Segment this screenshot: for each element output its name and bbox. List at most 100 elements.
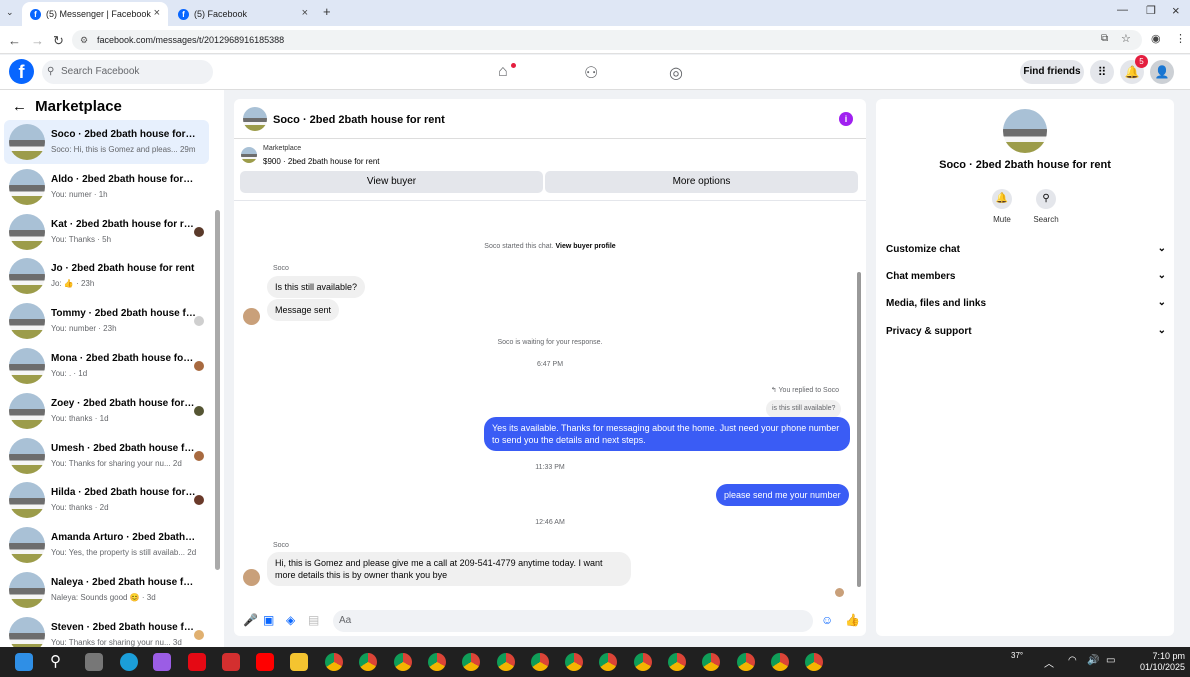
conversation-item[interactable]: Mona · 2bed 2bath house for ... You: . · … (4, 344, 209, 388)
back-icon[interactable]: ← (8, 33, 21, 48)
chrome-icon[interactable] (805, 653, 824, 671)
menu-dots-icon[interactable]: ⋮ (1175, 32, 1186, 45)
forward-icon[interactable]: → (31, 33, 44, 48)
sender-avatar[interactable] (243, 569, 260, 586)
minimize-button[interactable]: — (1117, 4, 1128, 16)
outgoing-message[interactable]: please send me your number (716, 484, 849, 506)
netflix-icon[interactable] (188, 653, 206, 671)
youtube-icon[interactable] (256, 653, 274, 671)
friends-icon[interactable]: ⚇ (584, 63, 598, 83)
tab-facebook[interactable]: f (5) Facebook × (170, 2, 316, 26)
task-view-icon[interactable] (85, 653, 103, 671)
outgoing-message[interactable]: Yes its available. Thanks for messaging … (484, 417, 850, 451)
sidebar-scrollbar[interactable] (215, 210, 220, 570)
section-customize-chat[interactable]: Customize chat ⌄ (886, 243, 1166, 255)
emoji-icon[interactable]: ☺ (821, 613, 833, 627)
chrome-icon[interactable] (359, 653, 378, 671)
chrome-icon[interactable] (530, 653, 549, 671)
search-input[interactable]: ⚲ Search Facebook (42, 60, 213, 84)
find-friends-button[interactable]: Find friends (1020, 60, 1084, 84)
chrome-icon[interactable] (770, 653, 789, 671)
copilot-icon[interactable] (153, 653, 171, 671)
conversation-item[interactable]: Kat · 2bed 2bath house for rent You: Than… (4, 210, 209, 254)
volume-icon[interactable]: 🔊 (1087, 655, 1099, 666)
thumbs-up-icon[interactable]: 👍 (845, 613, 860, 627)
facebook-logo[interactable]: f (9, 59, 34, 84)
new-tab-button[interactable]: + (323, 4, 331, 19)
chrome-icon[interactable] (736, 653, 755, 671)
wifi-icon[interactable]: ◠ (1068, 655, 1077, 666)
install-icon[interactable]: ⧉ (1101, 33, 1108, 44)
section-media-files[interactable]: Media, files and links ⌄ (886, 297, 1166, 309)
conversation-item[interactable]: Aldo · 2bed 2bath house for rent You: num… (4, 165, 209, 209)
listing-thumbnail[interactable] (241, 147, 257, 163)
close-icon[interactable]: × (154, 7, 160, 19)
view-buyer-profile-link[interactable]: View buyer profile (556, 243, 616, 250)
incoming-message[interactable]: Is this still available? (267, 276, 366, 298)
chat-scrollbar[interactable] (857, 272, 861, 587)
conversation-item[interactable]: Jo · 2bed 2bath house for rent Jo: 👍 · 23… (4, 254, 209, 298)
chat-title[interactable]: Soco · 2bed 2bath house for rent (273, 114, 445, 126)
chrome-icon[interactable] (633, 653, 652, 671)
maximize-button[interactable]: ❐ (1146, 4, 1156, 17)
conversation-item[interactable]: Soco · 2bed 2bath house for rent Soco: Hi… (4, 120, 209, 164)
groups-icon[interactable]: ◎ (669, 63, 683, 83)
chat-avatar[interactable] (243, 107, 267, 131)
sender-avatar[interactable] (243, 308, 260, 325)
home-icon[interactable]: ⌂ (498, 63, 508, 81)
file-explorer-icon[interactable] (290, 653, 308, 671)
chrome-icon[interactable] (565, 653, 584, 671)
profile-icon[interactable]: ◉ (1151, 32, 1161, 45)
chrome-icon[interactable] (393, 653, 412, 671)
photo-icon[interactable]: ▣ (263, 613, 274, 627)
close-icon[interactable]: × (302, 7, 308, 19)
chrome-icon[interactable] (599, 653, 618, 671)
site-settings-icon[interactable]: ⚙ (80, 30, 88, 50)
chrome-icon[interactable] (462, 653, 481, 671)
tab-list-icon[interactable]: ⌄ (6, 7, 14, 18)
message-input[interactable]: Aa (333, 610, 813, 632)
back-arrow-icon[interactable]: ← (12, 98, 27, 115)
edge-icon[interactable] (120, 653, 138, 671)
chrome-icon[interactable] (702, 653, 721, 671)
conversation-item[interactable]: Tommy · 2bed 2bath house fo... You: numbe… (4, 299, 209, 343)
window-close-button[interactable]: × (1172, 3, 1180, 18)
gif-icon[interactable]: ▤ (308, 613, 319, 627)
conversation-item[interactable]: Umesh · 2bed 2bath house fo... You: Thank… (4, 434, 209, 478)
chrome-icon[interactable] (668, 653, 686, 671)
conversation-item[interactable]: Zoey · 2bed 2bath house for r... You: tha… (4, 389, 209, 433)
profile-avatar[interactable] (1003, 109, 1047, 153)
account-avatar[interactable]: 👤 (1150, 60, 1174, 84)
tab-messenger[interactable]: f (5) Messenger | Facebook × (22, 2, 168, 26)
microphone-icon[interactable]: 🎤 (243, 613, 258, 627)
reload-icon[interactable]: ↻ (53, 33, 64, 49)
view-buyer-button[interactable]: View buyer (240, 171, 543, 193)
search-icon[interactable]: ⚲ (50, 653, 68, 671)
menu-grid-icon[interactable]: ⠿ (1090, 60, 1114, 84)
url-input[interactable]: ⚙ facebook.com/messages/t/20129689161853… (72, 30, 1142, 50)
conversation-item[interactable]: Hilda · 2bed 2bath house for r... You: th… (4, 478, 209, 522)
clock[interactable]: 7:10 pm 01/10/2025 (1125, 651, 1185, 673)
sticker-icon[interactable]: ◈ (286, 613, 295, 627)
weather-temp[interactable]: 37° (1011, 651, 1023, 660)
listing-text[interactable]: $900 · 2bed 2bath house for rent (263, 157, 380, 166)
info-icon[interactable]: i (839, 112, 853, 126)
incoming-message[interactable]: Message sent (267, 299, 340, 321)
section-chat-members[interactable]: Chat members ⌄ (886, 270, 1166, 282)
chevron-up-icon[interactable]: ︿ (1044, 655, 1054, 670)
search-icon[interactable]: ⚲ (1036, 189, 1056, 209)
start-icon[interactable] (15, 653, 33, 671)
mute-bell-icon[interactable]: 🔔 (992, 189, 1012, 209)
conversation-item[interactable]: Amanda Arturo · 2bed 2bath ho... You: Yes… (4, 523, 209, 567)
quoted-message[interactable]: is this still available? (766, 400, 842, 418)
bookmark-star-icon[interactable]: ☆ (1121, 32, 1131, 45)
chrome-icon[interactable] (496, 653, 515, 671)
wps-icon[interactable] (222, 653, 240, 671)
conversation-item[interactable]: Naleya · 2bed 2bath house for r... Naleya… (4, 568, 209, 612)
battery-icon[interactable]: ▭ (1106, 655, 1115, 666)
section-privacy-support[interactable]: Privacy & support ⌄ (886, 325, 1166, 337)
chrome-icon[interactable] (427, 653, 446, 671)
incoming-message[interactable]: Hi, this is Gomez and please give me a c… (267, 552, 631, 586)
chrome-icon[interactable] (325, 653, 343, 671)
more-options-button[interactable]: More options (545, 171, 858, 193)
